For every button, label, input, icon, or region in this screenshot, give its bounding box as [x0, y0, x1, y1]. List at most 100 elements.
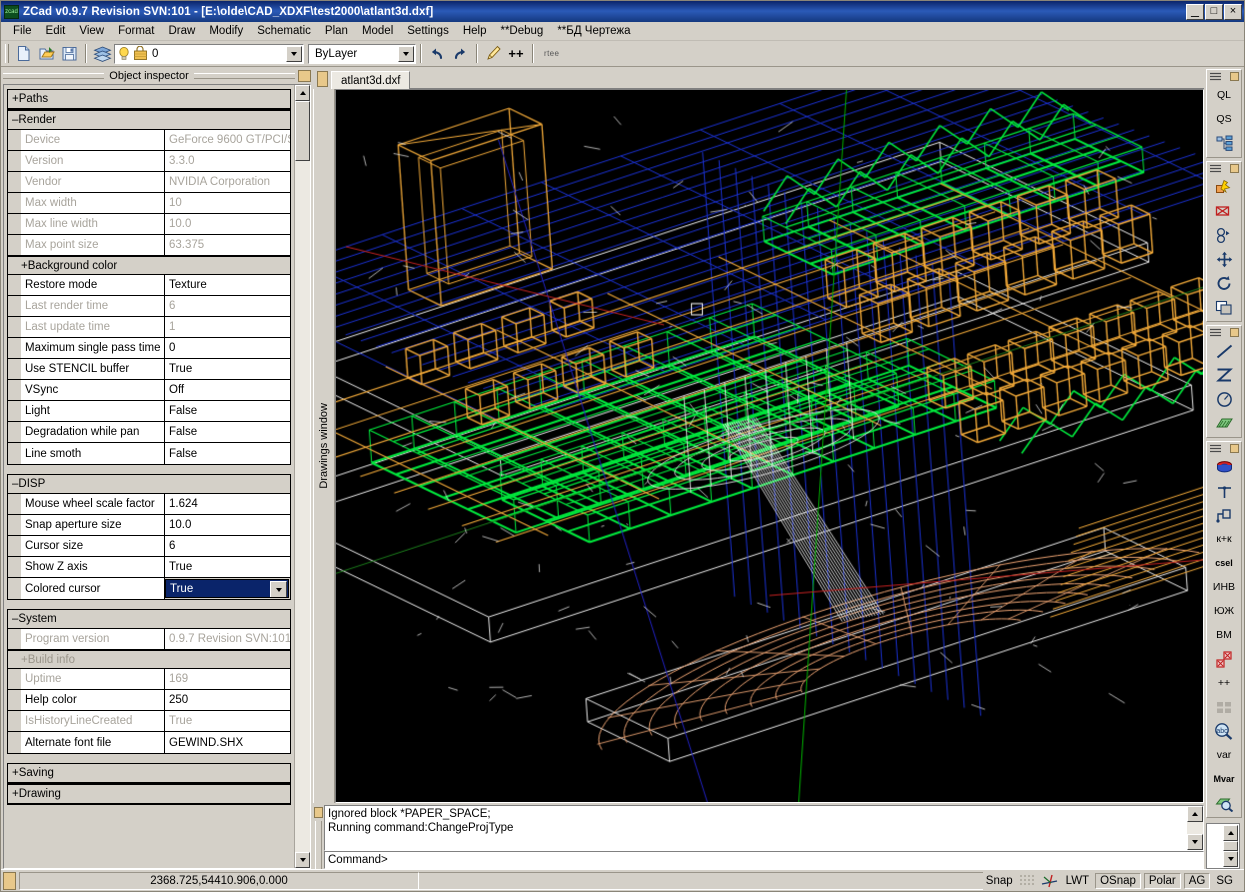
command-input[interactable]: Command>	[324, 851, 1204, 869]
rotate-icon[interactable]	[1210, 271, 1238, 295]
offset-icon[interactable]	[1210, 295, 1238, 319]
right-dock-scroll-thumb[interactable]	[1223, 841, 1238, 851]
property-value[interactable]: True	[165, 359, 290, 379]
layer-combo[interactable]: 0	[114, 44, 304, 64]
property-value[interactable]: 250	[165, 690, 290, 710]
property-row[interactable]: Alternate font fileGEWIND.SHX	[8, 732, 290, 753]
inv-button[interactable]: ИНВ	[1210, 575, 1238, 599]
command-grip-box[interactable]	[314, 807, 323, 818]
menu-item-edit[interactable]: Edit	[39, 23, 73, 39]
property-value[interactable]: True	[165, 557, 290, 577]
property-group-header[interactable]: –Render	[8, 111, 290, 130]
menu-item-file[interactable]: File	[6, 23, 39, 39]
property-row[interactable]: Degradation while panFalse	[8, 422, 290, 443]
mvar-button[interactable]: Mvar	[1210, 767, 1238, 791]
open-file-icon[interactable]	[35, 43, 57, 65]
rtext-label[interactable]: rtee	[538, 49, 565, 58]
line-icon[interactable]	[1210, 339, 1238, 363]
command-grip[interactable]	[313, 805, 324, 869]
property-value[interactable]: GEWIND.SHX	[165, 732, 290, 753]
property-group-header[interactable]: +Paths	[8, 90, 290, 109]
tree-view-icon[interactable]	[1210, 131, 1238, 155]
lwt-toggle[interactable]: LWT	[1063, 875, 1092, 887]
property-row[interactable]: Max width10	[8, 193, 290, 214]
property-value[interactable]: False	[165, 422, 290, 442]
property-row[interactable]: Colored cursorTrue	[8, 578, 290, 599]
menu-item-model[interactable]: Model	[355, 23, 400, 39]
command-scroll-up-button[interactable]	[1187, 806, 1203, 822]
property-dropdown-arrow[interactable]	[270, 581, 287, 598]
command-scroll-down-button[interactable]	[1187, 834, 1203, 850]
cable-icon[interactable]	[1210, 455, 1238, 479]
minimize-button[interactable]: _	[1186, 4, 1204, 20]
property-row[interactable]: Cursor size6	[8, 536, 290, 557]
property-group-header[interactable]: +Drawing	[8, 785, 290, 804]
hatch-icon[interactable]	[1210, 411, 1238, 435]
panel-pin-icon[interactable]	[298, 70, 311, 82]
property-group-header[interactable]: –DISP	[8, 475, 290, 494]
maximize-button[interactable]: □	[1205, 4, 1223, 20]
command-grip-bars[interactable]	[315, 821, 322, 869]
grid-icon[interactable]	[1019, 874, 1037, 888]
property-value[interactable]: 10.0	[165, 515, 290, 535]
menu-item-settings[interactable]: Settings	[400, 23, 456, 39]
property-row[interactable]: Line smothFalse	[8, 443, 290, 464]
property-row[interactable]: Use STENCIL bufferTrue	[8, 359, 290, 380]
redo-icon[interactable]	[449, 43, 471, 65]
save-file-icon[interactable]	[58, 43, 80, 65]
property-value[interactable]: False	[165, 401, 290, 421]
right-dock-scroll-up[interactable]	[1223, 825, 1238, 841]
new-file-icon[interactable]	[12, 43, 34, 65]
linetype-dropdown-arrow[interactable]	[398, 46, 414, 62]
sg-toggle[interactable]: SG	[1213, 875, 1236, 887]
property-row[interactable]: Program version0.9.7 Revision SVN:101	[8, 629, 290, 650]
property-row[interactable]: Help color250	[8, 690, 290, 711]
property-subgroup-header[interactable]: +Build info	[8, 650, 290, 669]
toolbar-header[interactable]	[1207, 326, 1241, 339]
scroll-thumb[interactable]	[295, 101, 310, 161]
csel-button[interactable]: csel	[1210, 551, 1238, 575]
toolbar-grip[interactable]	[5, 44, 9, 63]
yuzh-button[interactable]: ЮЖ	[1210, 599, 1238, 623]
right-dock-scroll-column[interactable]	[1223, 825, 1238, 867]
property-value[interactable]: 1.624	[165, 494, 290, 514]
property-value[interactable]: Off	[165, 380, 290, 400]
layer-dropdown-arrow[interactable]	[286, 46, 302, 62]
property-row[interactable]: Snap aperture size10.0	[8, 515, 290, 536]
property-subgroup-header[interactable]: +Background color	[8, 256, 290, 275]
property-row[interactable]: Show Z axisTrue	[8, 557, 290, 578]
explode-icon[interactable]	[1210, 175, 1238, 199]
copy-icon[interactable]	[1210, 223, 1238, 247]
scroll-up-button[interactable]	[295, 85, 310, 101]
two-boxes-icon[interactable]	[1210, 647, 1238, 671]
quick-line-button[interactable]: QL	[1210, 83, 1238, 107]
polyline-icon[interactable]	[1210, 363, 1238, 387]
vm-button[interactable]: ВМ	[1210, 623, 1238, 647]
toolbar-header[interactable]	[1207, 70, 1241, 83]
property-row[interactable]: LightFalse	[8, 401, 290, 422]
menu-item-plan[interactable]: Plan	[318, 23, 355, 39]
property-value[interactable]: Texture	[165, 275, 290, 295]
property-group-header[interactable]: +Saving	[8, 764, 290, 783]
property-row[interactable]: Last render time6	[8, 296, 290, 317]
menu-item-help[interactable]: Help	[456, 23, 494, 39]
undo-icon[interactable]	[426, 43, 448, 65]
property-row[interactable]: Max line width10.0	[8, 214, 290, 235]
menu-item-debug[interactable]: **Debug	[493, 23, 550, 39]
menu-item-schematic[interactable]: Schematic	[250, 23, 318, 39]
menu-item-draw[interactable]: Draw	[162, 23, 203, 39]
property-row[interactable]: Restore modeTexture	[8, 275, 290, 296]
right-dock-scrollbar[interactable]	[1206, 823, 1240, 869]
plus-plus-toolbar-button[interactable]: ++	[505, 43, 527, 65]
move-icon[interactable]	[1210, 247, 1238, 271]
tab-atlant3d[interactable]: atlant3d.dxf	[331, 71, 410, 89]
quick-select-button[interactable]: QS	[1210, 107, 1238, 131]
menu-item-format[interactable]: Format	[111, 23, 161, 39]
cad-wireframe-canvas[interactable]	[336, 90, 1203, 802]
osnap-toggle[interactable]: OSnap	[1095, 873, 1141, 889]
plus-plus-button[interactable]: ++	[1210, 671, 1238, 695]
linetype-combo[interactable]: ByLayer	[308, 44, 416, 64]
scroll-track[interactable]	[295, 161, 310, 852]
property-row[interactable]: Mouse wheel scale factor1.624	[8, 494, 290, 515]
property-value[interactable]: 0	[165, 338, 290, 358]
